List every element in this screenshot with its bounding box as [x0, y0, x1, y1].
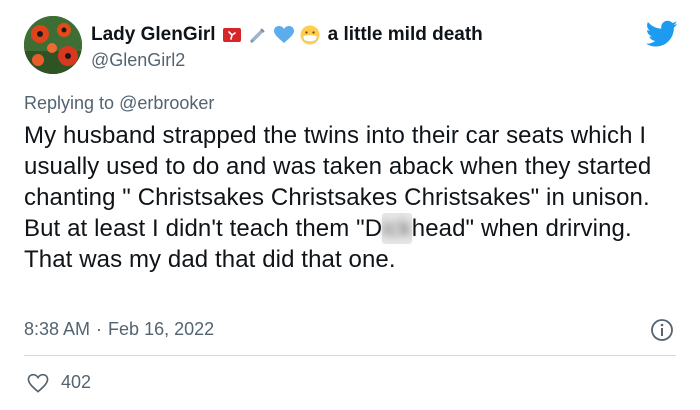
replying-to-line: Replying to @erbrooker — [24, 93, 214, 114]
heart-icon — [27, 373, 49, 393]
divider — [24, 355, 676, 356]
replying-to-label: Replying to — [24, 93, 115, 113]
tweet-date: Feb 16, 2022 — [108, 319, 215, 339]
isle-of-man-flag-icon — [222, 25, 242, 45]
timestamp-separator: · — [96, 319, 103, 339]
display-name[interactable]: Lady GlenGirl — [91, 24, 216, 46]
name-row: Lady GlenGirl a little mild death — [91, 22, 660, 48]
blue-heart-icon — [273, 25, 294, 45]
syringe-icon — [248, 25, 268, 45]
tweet-timestamp[interactable]: 8:38 AM · Feb 16, 2022 — [24, 319, 214, 340]
info-icon[interactable] — [650, 318, 674, 342]
like-button[interactable]: 402 — [27, 372, 91, 393]
twitter-bird-icon[interactable] — [645, 20, 678, 48]
censored-word: ick — [382, 213, 412, 244]
handle[interactable]: @GlenGirl2 — [91, 50, 660, 71]
like-count: 402 — [61, 372, 92, 392]
tweet-text: My husband strapped the twins into their… — [24, 120, 674, 275]
reply-mention-link[interactable]: @erbrooker — [119, 93, 214, 113]
tweet-header: Lady GlenGirl a little mild death @GlenG… — [91, 22, 660, 71]
medical-mask-face-icon — [300, 25, 320, 45]
poppy-avatar-image — [24, 16, 82, 74]
avatar[interactable] — [24, 16, 82, 74]
tweet-time: 8:38 AM — [24, 319, 91, 339]
display-name-status: a little mild death — [327, 24, 483, 45]
tweet-card: Lady GlenGirl a little mild death @GlenG… — [0, 0, 700, 410]
